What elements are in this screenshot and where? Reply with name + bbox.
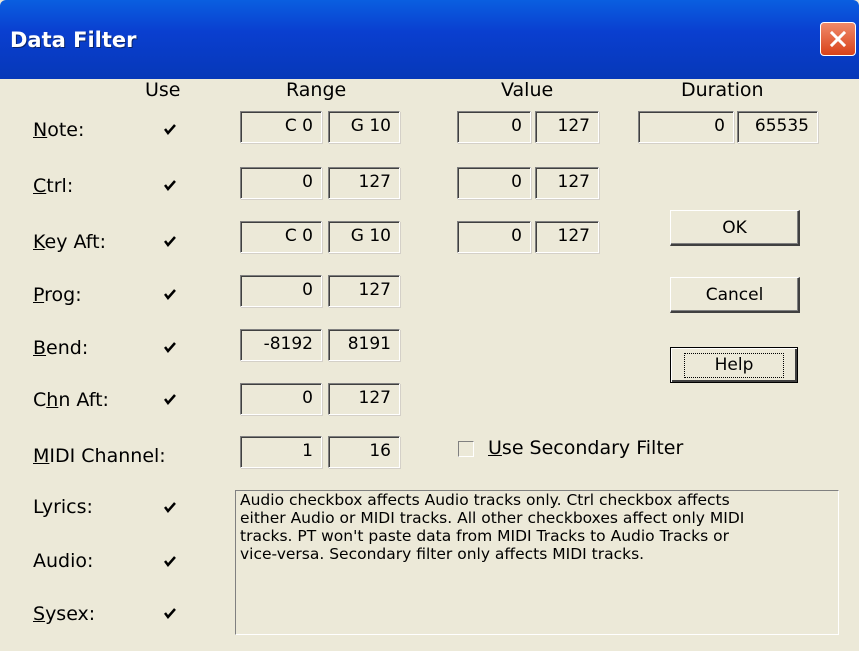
header-duration: Duration <box>681 79 764 101</box>
header-value: Value <box>501 79 554 101</box>
check-icon <box>164 236 176 247</box>
note-label: Note: <box>33 119 85 141</box>
header-range: Range <box>286 79 347 101</box>
key-aft-use-checkbox[interactable] <box>162 234 178 250</box>
note-range-to-input[interactable]: G 10 <box>328 111 400 143</box>
chn-aft-use-checkbox[interactable] <box>162 392 178 408</box>
audio-label: Audio: <box>33 550 94 572</box>
secondary-filter-checkbox[interactable] <box>458 441 474 457</box>
note-duration-from-input[interactable]: 0 <box>638 111 734 143</box>
help-button[interactable]: Help <box>670 347 798 383</box>
chn-aft-label: Chn Aft: <box>33 389 109 411</box>
check-icon <box>164 608 176 619</box>
secondary-filter-label[interactable]: Use Secondary Filter <box>488 437 683 459</box>
title-bar[interactable]: Data Filter <box>0 0 859 79</box>
check-icon <box>164 180 176 191</box>
prog-range-to-input[interactable]: 127 <box>328 275 400 307</box>
key-aft-range-to-input[interactable]: G 10 <box>328 221 400 253</box>
ctrl-range-to-input[interactable]: 127 <box>328 167 400 199</box>
note-value-from-input[interactable]: 0 <box>457 111 531 143</box>
note-range-from-input[interactable]: C 0 <box>240 111 322 143</box>
info-text-box: Audio checkbox affects Audio tracks only… <box>235 490 839 635</box>
sysex-checkbox[interactable] <box>162 606 178 622</box>
dialog-body: Use Range Value Duration Note: C 0 G 10 … <box>4 79 855 651</box>
ctrl-value-from-input[interactable]: 0 <box>457 167 531 199</box>
sysex-label: Sysex: <box>33 603 96 625</box>
window-title: Data Filter <box>10 28 137 52</box>
note-value-to-input[interactable]: 127 <box>535 111 599 143</box>
ctrl-range-from-input[interactable]: 0 <box>240 167 322 199</box>
note-duration-to-input[interactable]: 65535 <box>737 111 818 143</box>
ctrl-use-checkbox[interactable] <box>162 178 178 194</box>
key-aft-range-from-input[interactable]: C 0 <box>240 221 322 253</box>
check-icon <box>164 394 176 405</box>
chn-aft-range-from-input[interactable]: 0 <box>240 383 322 415</box>
header-use: Use <box>145 79 181 101</box>
key-aft-value-from-input[interactable]: 0 <box>457 221 531 253</box>
ok-button[interactable]: OK <box>670 210 800 246</box>
bend-range-from-input[interactable]: -8192 <box>240 329 322 361</box>
chn-aft-range-to-input[interactable]: 127 <box>328 383 400 415</box>
ctrl-value-to-input[interactable]: 127 <box>535 167 599 199</box>
close-button[interactable] <box>820 22 856 56</box>
prog-use-checkbox[interactable] <box>162 287 178 303</box>
lyrics-label: Lyrics: <box>33 496 93 518</box>
midi-channel-to-input[interactable]: 16 <box>328 436 400 468</box>
check-icon <box>164 502 176 513</box>
close-icon <box>829 30 847 48</box>
bend-label: Bend: <box>33 337 89 359</box>
midi-channel-from-input[interactable]: 1 <box>240 436 322 468</box>
cancel-button[interactable]: Cancel <box>670 277 800 313</box>
check-icon <box>164 124 176 135</box>
key-aft-label: Key Aft: <box>33 231 107 253</box>
prog-label: Prog: <box>33 284 82 306</box>
prog-range-from-input[interactable]: 0 <box>240 275 322 307</box>
note-use-checkbox[interactable] <box>162 122 178 138</box>
check-icon <box>164 342 176 353</box>
ctrl-label: Ctrl: <box>33 175 74 197</box>
midi-channel-label: MIDI Channel: <box>33 445 166 467</box>
key-aft-value-to-input[interactable]: 127 <box>535 221 599 253</box>
check-icon <box>164 556 176 567</box>
bend-range-to-input[interactable]: 8191 <box>328 329 400 361</box>
check-icon <box>164 289 176 300</box>
bend-use-checkbox[interactable] <box>162 340 178 356</box>
audio-checkbox[interactable] <box>162 554 178 570</box>
help-button-label: Help <box>683 352 785 378</box>
lyrics-checkbox[interactable] <box>162 500 178 516</box>
